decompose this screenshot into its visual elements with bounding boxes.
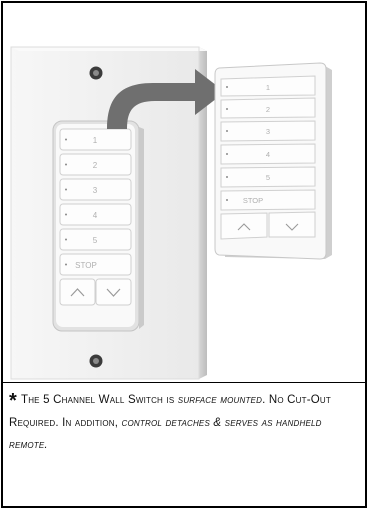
caption-divider <box>3 382 365 383</box>
screw-top-icon <box>89 66 103 80</box>
svg-text:5: 5 <box>266 173 270 182</box>
svg-text:2: 2 <box>93 161 98 170</box>
caption-part-2: surface mounted <box>177 394 263 406</box>
wall-switch-button-4[interactable]: 4 <box>59 203 132 226</box>
svg-text:4: 4 <box>266 150 270 159</box>
screw-bottom-icon <box>89 354 103 368</box>
wall-switch-button-5[interactable]: 5 <box>59 228 132 251</box>
remote-button-4[interactable]: 4 <box>220 143 316 165</box>
remote-button-3[interactable]: 3 <box>220 120 316 142</box>
svg-text:STOP: STOP <box>243 196 263 205</box>
svg-text:1: 1 <box>266 83 270 92</box>
svg-text:2: 2 <box>266 105 270 114</box>
wall-switch-up-button[interactable] <box>59 278 96 306</box>
remote-button-1[interactable]: 1 <box>220 75 316 97</box>
svg-text:STOP: STOP <box>75 261 97 270</box>
remote-down-button[interactable] <box>268 211 316 238</box>
caption-part-1: The 5 Channel Wall Switch is <box>20 394 178 406</box>
wall-switch-button-1[interactable]: 1 <box>59 128 132 151</box>
svg-text:1: 1 <box>93 136 98 145</box>
wall-switch-button-2[interactable]: 2 <box>59 153 132 176</box>
remote-up-button[interactable] <box>220 212 268 240</box>
wall-switch-down-button[interactable] <box>95 278 132 306</box>
svg-text:3: 3 <box>93 186 98 195</box>
wall-switch-stop-button[interactable]: STOP <box>59 253 132 276</box>
asterisk-icon: * <box>9 390 17 412</box>
remote-stop-button[interactable]: STOP <box>220 189 316 211</box>
product-photo: 1 2 3 4 5 STOP 1 2 3 4 5 STOP <box>10 46 332 380</box>
svg-text:4: 4 <box>93 211 98 220</box>
svg-text:3: 3 <box>266 127 270 136</box>
wall-switch: 1 2 3 4 5 STOP <box>52 120 144 332</box>
caption-text: * The 5 Channel Wall Switch is surface mo… <box>9 389 361 456</box>
product-figure: 1 2 3 4 5 STOP 1 2 3 4 5 STOP * The 5 Ch… <box>1 1 367 508</box>
svg-text:5: 5 <box>93 236 98 245</box>
wall-switch-button-3[interactable]: 3 <box>59 178 132 201</box>
remote-button-5[interactable]: 5 <box>220 166 316 188</box>
remote-button-2[interactable]: 2 <box>220 97 316 119</box>
handheld-remote: 1 2 3 4 5 STOP <box>214 62 332 260</box>
